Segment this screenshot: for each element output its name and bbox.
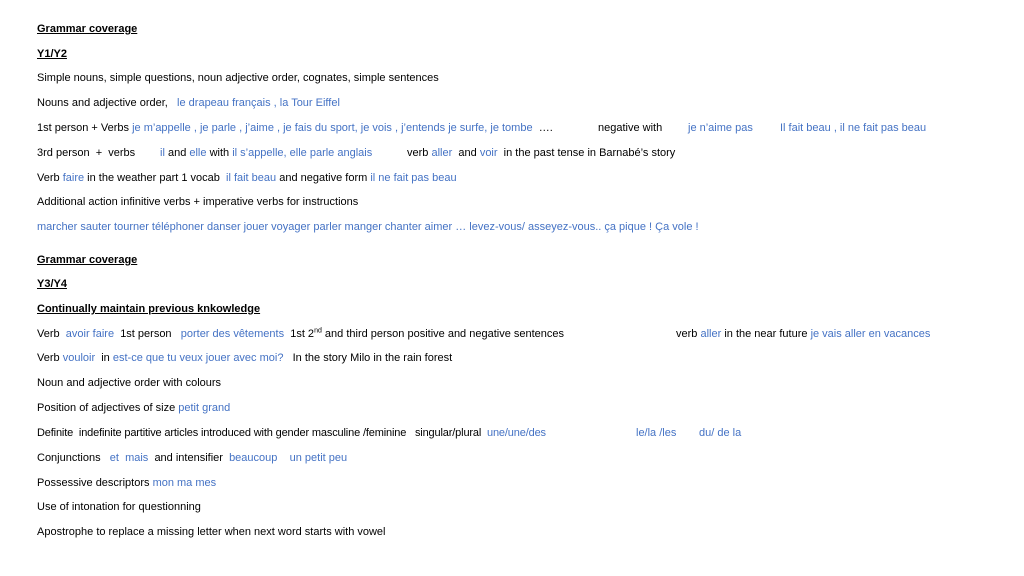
year-label-y1y2: Y1/Y2 xyxy=(37,48,67,60)
french-et: et xyxy=(109,452,119,464)
verb-text: verb xyxy=(407,147,429,159)
french-voir: voir xyxy=(479,147,498,159)
line-verb-faire: Verb faire in the weather part 1 vocab i… xyxy=(37,171,457,185)
french-example: je vais aller en vacances xyxy=(810,328,931,340)
line-text: Position of adjectives of size xyxy=(37,402,176,414)
third-person-detail: il and elle with il s’appelle, elle parl… xyxy=(160,146,372,160)
negative-with-label: negative with xyxy=(598,122,663,134)
line-possessive: Possessive descriptors mon ma mes xyxy=(37,476,216,490)
line-text: 1st person + Verbs xyxy=(37,122,130,134)
year-label-y3y4: Y3/Y4 xyxy=(37,278,67,290)
french-example: petit grand xyxy=(178,402,231,414)
past-tense-detail: verb aller and voir in the past tense in… xyxy=(407,146,675,160)
line-adjectives-size: Position of adjectives of size petit gra… xyxy=(37,401,230,415)
french-elle: elle xyxy=(189,147,207,159)
subheading-maintain-knowledge: Continually maintain previous knkowledge xyxy=(37,303,261,315)
french-aller: aller xyxy=(431,147,453,159)
mid-text-2: and negative form xyxy=(279,172,368,184)
line-text: Conjunctions xyxy=(37,452,101,464)
line-third-person-verbs: 3rd person + verbs xyxy=(37,146,135,160)
line-additional-verbs: Additional action infinitive verbs + imp… xyxy=(37,196,359,208)
line-intonation: Use of intonation for questionning xyxy=(37,501,201,513)
line-verb-list: marcher sauter tourner téléphoner danser… xyxy=(37,221,699,233)
line-nouns-adjective-order: Nouns and adjective order, le drapeau fr… xyxy=(37,96,340,110)
french-example-1: il fait beau xyxy=(226,172,277,184)
line-text: 3rd person + verbs xyxy=(37,147,136,159)
near-future-detail: verb aller in the near future je vais al… xyxy=(676,327,930,341)
section-heading-y3y4: Grammar coverage xyxy=(37,254,138,266)
section-heading-y1y2: Grammar coverage xyxy=(37,23,138,35)
french-mais: mais xyxy=(125,452,149,464)
french-example: il s’appelle, elle parle anglais xyxy=(232,147,373,159)
verb-text: verb xyxy=(676,328,698,340)
first-person-text: 1st person xyxy=(120,328,172,340)
french-beaucoup: beaucoup xyxy=(229,452,278,464)
line-conjunctions: Conjunctions et mais and intensifier bea… xyxy=(37,451,347,465)
tail-a: 1st 2 xyxy=(290,328,315,340)
french-example: le drapeau français , la Tour Eiffel xyxy=(177,97,340,109)
verb-text: Verb xyxy=(37,328,60,340)
and-text: and xyxy=(167,147,187,159)
french-example: est-ce que tu veux jouer avec moi? xyxy=(112,352,284,364)
french-petit-peu: un petit peu xyxy=(289,452,348,464)
line-articles: Definite indefinite partitive articles i… xyxy=(37,426,546,440)
line-first-person-verbs: 1st person + Verbs je m’appelle , je par… xyxy=(37,121,553,135)
line-simple-nouns: Simple nouns, simple questions, noun adj… xyxy=(37,72,439,84)
line-apostrophe: Apostrophe to replace a missing letter w… xyxy=(37,526,386,538)
french-example: avoir faire xyxy=(65,328,115,340)
line-text: Definite indefinite partitive articles i… xyxy=(37,427,482,439)
french-example-negative-2: Il fait beau , il ne fait pas beau xyxy=(780,122,927,134)
french-example-3: du/ de la xyxy=(699,427,742,439)
french-example-2: porter des vêtements xyxy=(180,328,285,340)
french-example: je m’appelle , je parle , j’aime , je fa… xyxy=(132,122,533,134)
verb-text: Verb xyxy=(37,172,60,184)
and-text: and xyxy=(458,147,477,159)
french-vouloir: vouloir xyxy=(62,352,96,364)
line-colours: Noun and adjective order with colours xyxy=(37,377,222,389)
line-verb-vouloir: Verb vouloir in est-ce que tu veux jouer… xyxy=(37,351,452,365)
line-text: Possessive descriptors xyxy=(37,477,150,489)
tail-b: and third person positive and negative s… xyxy=(321,328,565,340)
superscript-nd: nd xyxy=(314,327,322,335)
french-il: il xyxy=(160,147,165,159)
french-example-2: il ne fait pas beau xyxy=(370,172,457,184)
line-verb-avoir-faire: Verb avoir faire 1st person porter des v… xyxy=(37,327,564,341)
french-aller: aller xyxy=(700,328,722,340)
ellipsis: …. xyxy=(538,122,553,134)
with-text: with xyxy=(209,147,230,159)
mid-text: and intensifier xyxy=(154,452,223,464)
tail-text: in the past tense in Barnabé’s story xyxy=(503,147,676,159)
tail-text: In the story Milo in the rain forest xyxy=(292,352,453,364)
french-example-2: le/la /les xyxy=(636,427,677,439)
french-example-negative-1: je n’aime pas xyxy=(688,122,753,134)
in-text: in xyxy=(101,352,110,364)
french-example-1: une/une/des xyxy=(487,427,546,439)
french-example: mon ma mes xyxy=(152,477,217,489)
mid-text: in the weather part 1 vocab xyxy=(87,172,220,184)
verb-text: Verb xyxy=(37,352,60,364)
near-future-text: in the near future xyxy=(724,328,808,340)
line-text: Nouns and adjective order, xyxy=(37,97,168,109)
french-faire: faire xyxy=(62,172,85,184)
